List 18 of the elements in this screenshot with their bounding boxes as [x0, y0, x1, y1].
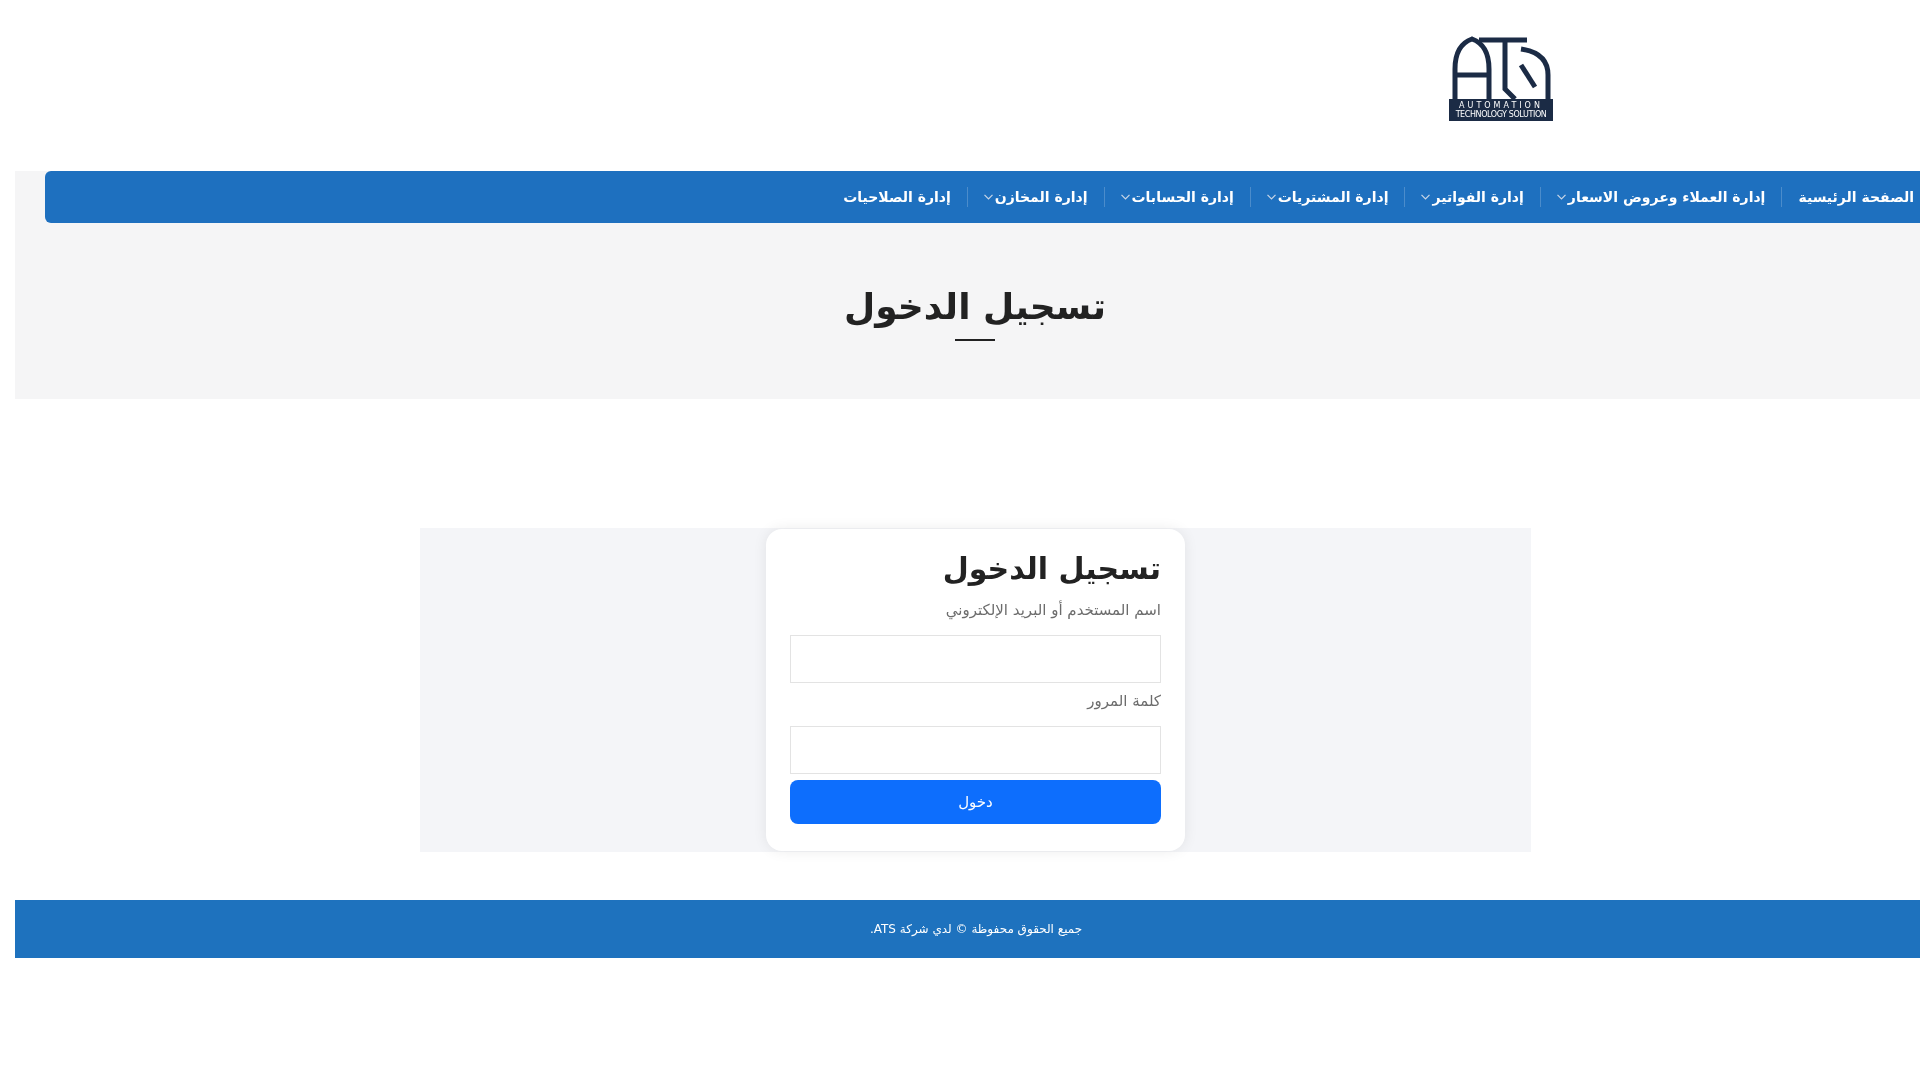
field-label: اسم المستخدم أو البريد الإلكتروني: [944, 599, 1161, 622]
nav-link[interactable]: الصفحة الرئيسية: [1782, 187, 1920, 207]
nav-link[interactable]: إدارة الصلاحيات: [827, 187, 967, 207]
nav-link[interactable]: إدارة المشتريات: [1250, 187, 1405, 207]
input-field[interactable]: [790, 726, 1161, 774]
logo-text: TECHNOLOGY SOLUTION: [1455, 110, 1547, 119]
title-underline: [955, 339, 995, 341]
nav-link[interactable]: إدارة العملاء وعروض الاسعار: [1540, 187, 1782, 207]
nav-link[interactable]: إدارة الفواتير: [1405, 187, 1540, 207]
logo-text: AUTOMATION: [1459, 101, 1543, 110]
login-button[interactable]: دخول: [790, 780, 1161, 824]
page-title: تسجيل الدخول: [844, 285, 1106, 330]
input-field[interactable]: [790, 635, 1161, 683]
field-label: كلمة المرور: [1085, 691, 1161, 712]
copyright-text: جميع الحقوق محفوظة © لدي شركة ATS.: [869, 921, 1083, 937]
nav-link[interactable]: إدارة الحسابات: [1104, 187, 1250, 207]
nav-link[interactable]: إدارة المخازن: [967, 187, 1104, 207]
login-title: تسجيل الدخول: [941, 550, 1161, 588]
